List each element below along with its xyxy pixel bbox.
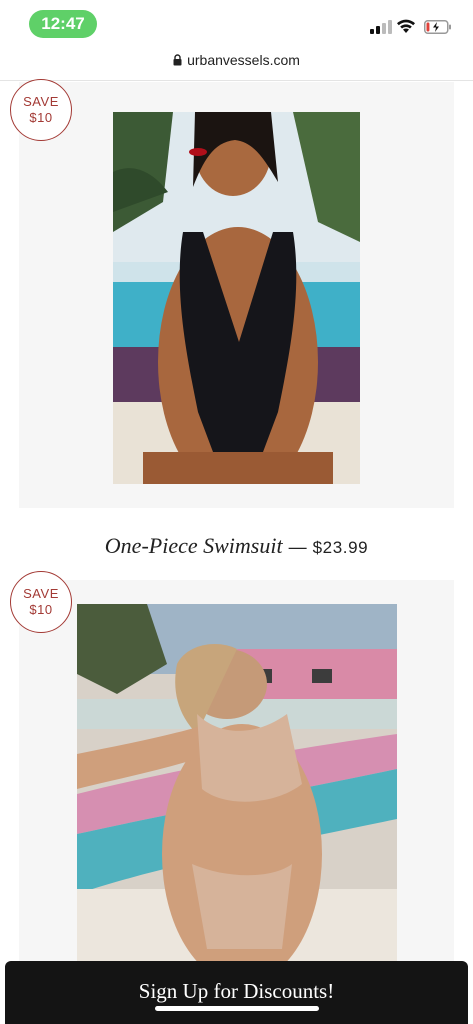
signup-discounts-button[interactable]: Sign Up for Discounts! xyxy=(5,961,468,1024)
save-badge: SAVE $10 xyxy=(10,571,72,633)
save-badge-amount: $10 xyxy=(29,110,53,125)
product-price: $23.99 xyxy=(312,538,369,557)
wifi-icon xyxy=(396,18,416,34)
save-badge-label: SAVE xyxy=(23,94,59,109)
cellular-signal-icon xyxy=(370,20,392,34)
address-bar[interactable]: urbanvessels.com xyxy=(0,48,473,72)
url-text: urbanvessels.com xyxy=(187,52,300,68)
save-badge-label: SAVE xyxy=(23,586,59,601)
status-time[interactable]: 12:47 xyxy=(29,10,97,38)
home-indicator[interactable] xyxy=(155,1006,319,1011)
save-badge-amount: $10 xyxy=(29,602,53,617)
product-title[interactable]: One-Piece Swimsuit — $23.99 xyxy=(0,530,473,565)
product-image-one-piece[interactable] xyxy=(113,112,360,484)
product-image-bikini[interactable] xyxy=(77,604,397,980)
battery-charging-icon xyxy=(424,20,452,34)
product-card[interactable] xyxy=(19,580,454,980)
status-bar: 12:47 xyxy=(0,0,473,44)
product-name[interactable]: One-Piece Swimsuit xyxy=(105,533,283,558)
header-divider xyxy=(0,80,473,81)
lock-icon xyxy=(173,49,182,66)
title-separator: — xyxy=(288,537,307,557)
save-badge: SAVE $10 xyxy=(10,79,72,141)
signup-label: Sign Up for Discounts! xyxy=(138,979,335,1003)
product-card[interactable] xyxy=(19,82,454,508)
